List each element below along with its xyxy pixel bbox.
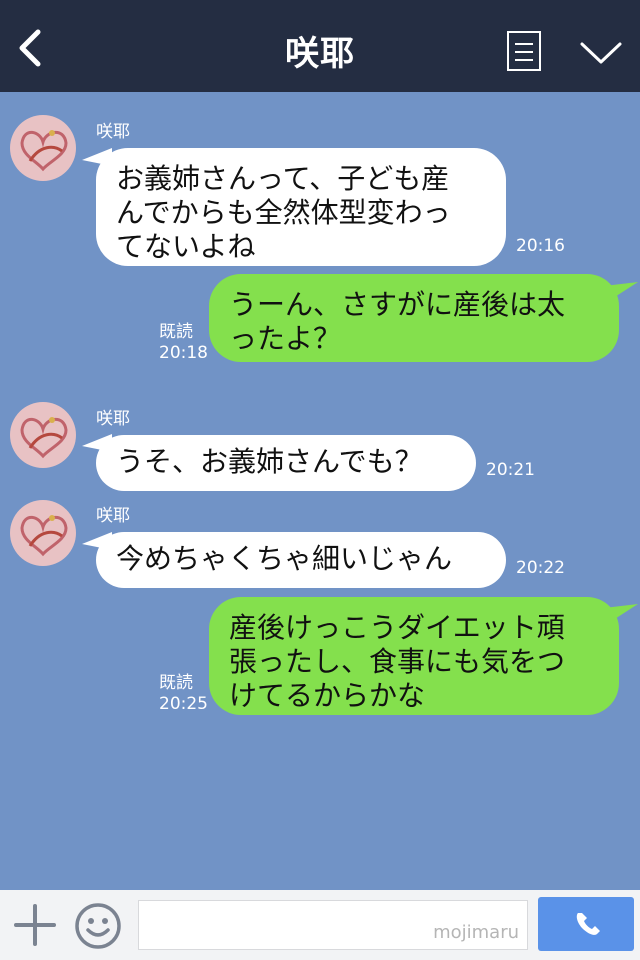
message-time: 20:16 xyxy=(516,236,565,256)
message-bubble[interactable]: うそ、お義姉さんでも？ xyxy=(96,435,476,491)
heart-avatar-icon xyxy=(20,515,68,557)
message-line: うーん、さすがに産後は太 xyxy=(229,288,566,321)
heart-avatar-icon xyxy=(20,130,68,172)
phone-icon xyxy=(576,913,600,935)
plus-icon[interactable] xyxy=(12,902,58,948)
message-time: 20:25 xyxy=(159,694,208,714)
message-line: ったよ？ xyxy=(229,322,342,355)
call-button[interactable] xyxy=(538,897,634,951)
message-line: うそ、お義姉さんでも？ xyxy=(116,445,423,478)
sender-name: 咲耶 xyxy=(96,506,130,526)
message-time: 20:21 xyxy=(486,460,535,480)
avatar[interactable] xyxy=(10,115,76,181)
avatar[interactable] xyxy=(10,402,76,468)
chevron-down-icon[interactable] xyxy=(578,34,624,70)
sender-name: 咲耶 xyxy=(96,409,130,429)
message-time: 20:22 xyxy=(516,558,565,578)
read-receipt: 既読 xyxy=(159,673,193,693)
read-receipt: 既読 xyxy=(159,322,193,342)
message-line: 張ったし、食事にも気をつ xyxy=(229,645,566,678)
heart-avatar-icon xyxy=(20,417,68,459)
message-bubble[interactable]: 今めちゃくちゃ細いじゃん xyxy=(96,532,506,588)
message-line: てないよね xyxy=(116,230,256,263)
chat-title: 咲耶 xyxy=(285,34,355,74)
input-bar: mojimaru xyxy=(0,890,640,960)
message-line: んでからも全然体型変わっ xyxy=(116,196,451,229)
message-line: けてるからかな xyxy=(229,679,426,712)
message-line: 産後けっこうダイエット頑 xyxy=(229,611,565,644)
avatar[interactable] xyxy=(10,500,76,566)
sender-name: 咲耶 xyxy=(96,122,130,142)
chat-header: 咲耶 xyxy=(0,0,640,92)
message-input[interactable]: mojimaru xyxy=(138,900,528,950)
chat-area: 咲耶 お義姉さんって、子ども産 んでからも全然体型変わっ てないよね 20:16… xyxy=(0,92,640,890)
watermark-text: mojimaru xyxy=(433,922,519,943)
message-bubble[interactable]: うーん、さすがに産後は太 ったよ？ xyxy=(209,274,619,362)
message-line: お義姉さんって、子ども産 xyxy=(116,162,450,195)
message-bubble[interactable]: お義姉さんって、子ども産 んでからも全然体型変わっ てないよね xyxy=(96,148,506,266)
emoji-icon[interactable] xyxy=(74,902,122,950)
message-bubble[interactable]: 産後けっこうダイエット頑 張ったし、食事にも気をつ けてるからかな xyxy=(209,597,619,715)
menu-list-icon[interactable] xyxy=(507,31,541,71)
message-line: 今めちゃくちゃ細いじゃん xyxy=(116,542,453,575)
message-time: 20:18 xyxy=(159,343,208,363)
